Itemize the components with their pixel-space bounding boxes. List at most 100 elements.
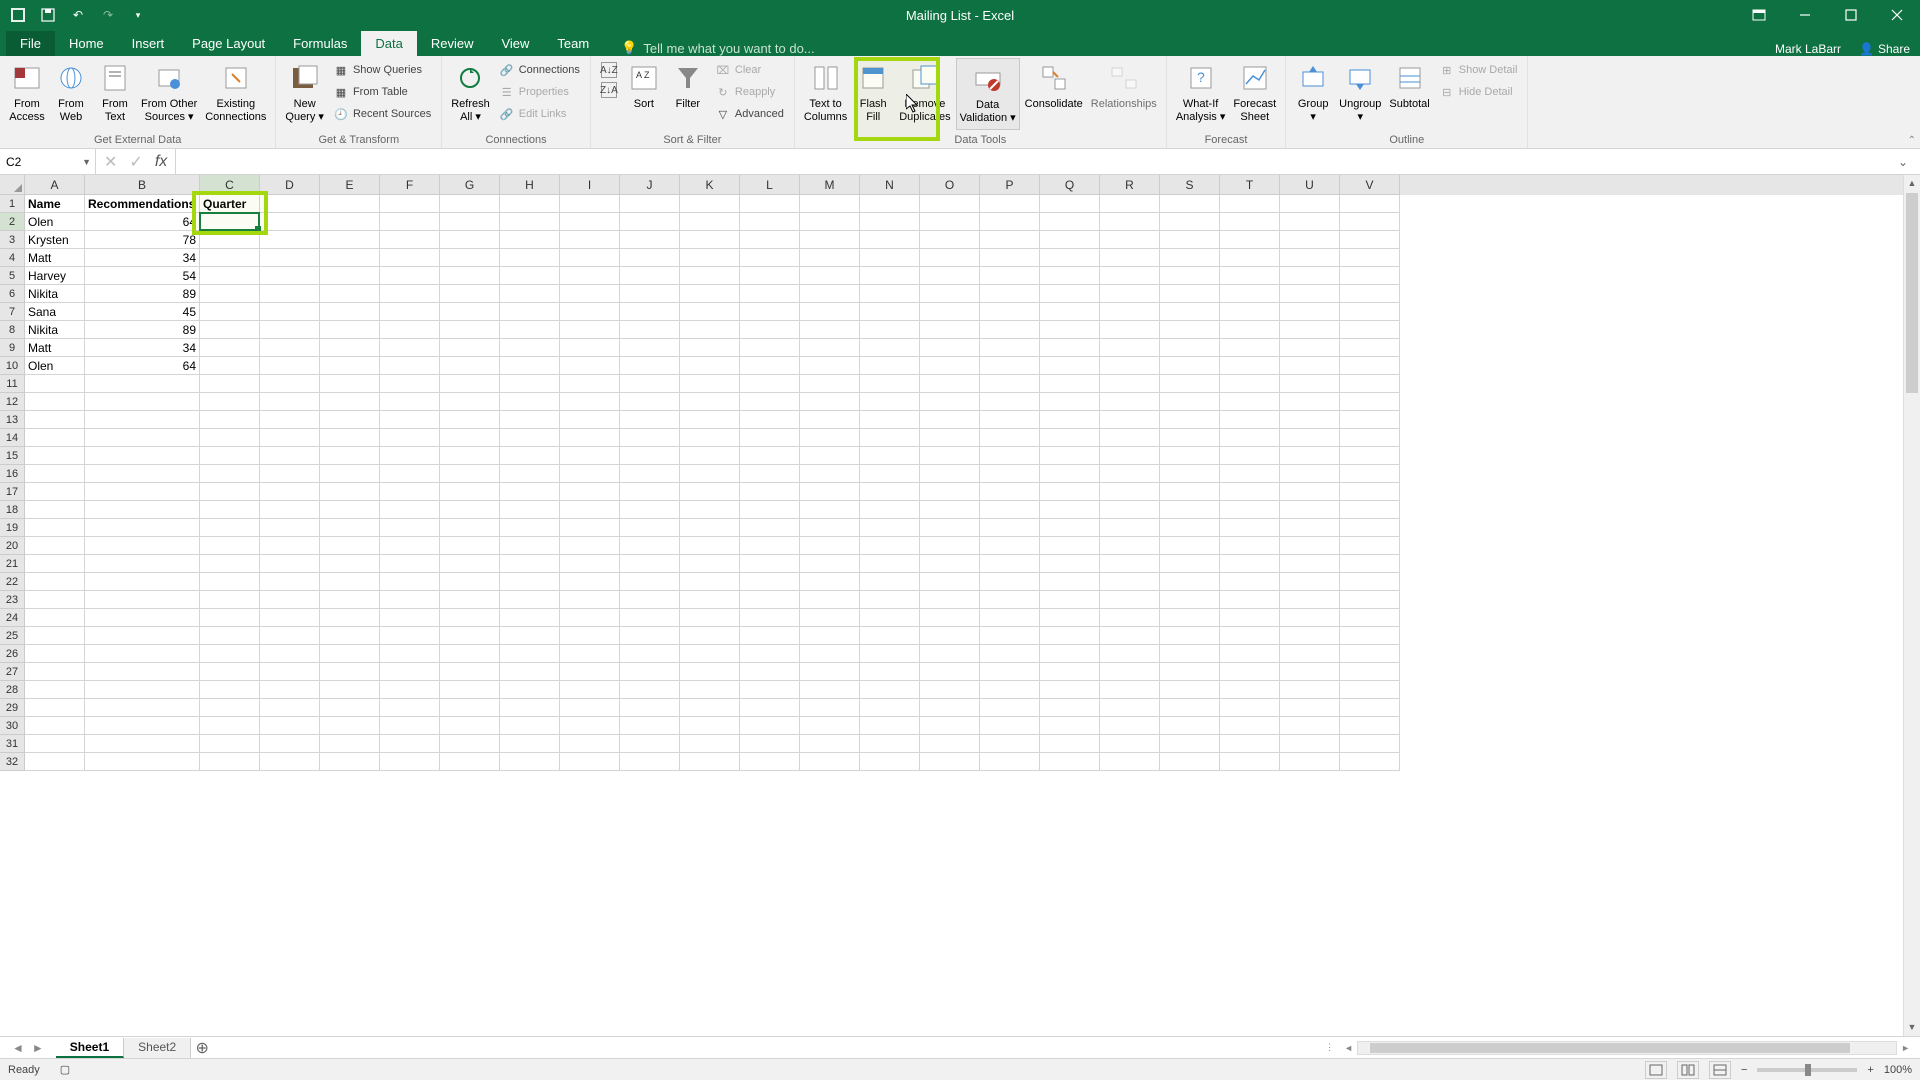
cell[interactable] <box>500 717 560 735</box>
cell[interactable] <box>380 231 440 249</box>
cell[interactable] <box>560 465 620 483</box>
cell[interactable] <box>380 375 440 393</box>
cell[interactable] <box>320 537 380 555</box>
cell[interactable] <box>860 591 920 609</box>
scroll-up-icon[interactable]: ▲ <box>1904 175 1920 192</box>
cell[interactable] <box>1160 339 1220 357</box>
cell[interactable] <box>560 609 620 627</box>
cell[interactable] <box>1280 627 1340 645</box>
cell[interactable] <box>320 213 380 231</box>
cell[interactable] <box>1160 573 1220 591</box>
cell[interactable] <box>1220 627 1280 645</box>
cell[interactable] <box>200 339 260 357</box>
cell[interactable] <box>200 699 260 717</box>
cell[interactable] <box>500 393 560 411</box>
cell[interactable] <box>380 429 440 447</box>
cell[interactable] <box>800 429 860 447</box>
cell[interactable] <box>1040 303 1100 321</box>
cell[interactable] <box>1040 591 1100 609</box>
cell[interactable] <box>380 681 440 699</box>
cell[interactable] <box>620 213 680 231</box>
cell[interactable] <box>620 699 680 717</box>
cell[interactable] <box>680 447 740 465</box>
cell[interactable] <box>860 195 920 213</box>
cell[interactable] <box>1340 753 1400 771</box>
cell[interactable] <box>1100 573 1160 591</box>
cell[interactable] <box>380 735 440 753</box>
horizontal-scrollbar[interactable] <box>1357 1041 1897 1055</box>
cell[interactable] <box>380 393 440 411</box>
cell[interactable] <box>1340 681 1400 699</box>
cell[interactable] <box>85 717 200 735</box>
cell[interactable]: Matt <box>25 339 85 357</box>
cell[interactable] <box>680 231 740 249</box>
cell[interactable] <box>1160 285 1220 303</box>
name-box[interactable]: C2▼ <box>0 149 96 174</box>
cell[interactable] <box>1100 501 1160 519</box>
cell[interactable] <box>920 285 980 303</box>
row-header[interactable]: 13 <box>0 411 25 429</box>
cell[interactable] <box>500 321 560 339</box>
cell[interactable] <box>1220 303 1280 321</box>
row-header[interactable]: 2 <box>0 213 25 231</box>
tab-view[interactable]: View <box>487 31 543 56</box>
cell[interactable] <box>500 645 560 663</box>
cell[interactable] <box>500 483 560 501</box>
cell[interactable] <box>860 555 920 573</box>
cell[interactable] <box>1220 555 1280 573</box>
cell[interactable] <box>1160 537 1220 555</box>
cell[interactable] <box>620 663 680 681</box>
cell[interactable] <box>260 357 320 375</box>
cell[interactable] <box>85 483 200 501</box>
cell[interactable] <box>680 249 740 267</box>
cell[interactable] <box>860 627 920 645</box>
cell[interactable] <box>1100 699 1160 717</box>
row-header[interactable]: 17 <box>0 483 25 501</box>
cell[interactable] <box>1160 195 1220 213</box>
cell[interactable]: Sana <box>25 303 85 321</box>
cell[interactable] <box>320 555 380 573</box>
cell[interactable] <box>1100 717 1160 735</box>
cell[interactable] <box>500 573 560 591</box>
cell[interactable] <box>1280 195 1340 213</box>
cell[interactable] <box>1340 429 1400 447</box>
cell[interactable] <box>200 285 260 303</box>
cell[interactable] <box>860 501 920 519</box>
cell[interactable] <box>500 501 560 519</box>
row-header[interactable]: 3 <box>0 231 25 249</box>
cell[interactable] <box>1220 717 1280 735</box>
cell[interactable] <box>320 735 380 753</box>
cell[interactable] <box>1340 231 1400 249</box>
cell[interactable] <box>1220 681 1280 699</box>
cell[interactable] <box>1280 501 1340 519</box>
cell[interactable] <box>25 591 85 609</box>
cell[interactable] <box>440 465 500 483</box>
cell[interactable] <box>560 717 620 735</box>
cell[interactable] <box>980 501 1040 519</box>
cell[interactable] <box>920 573 980 591</box>
cell[interactable] <box>85 591 200 609</box>
cell[interactable] <box>1040 645 1100 663</box>
cell[interactable] <box>260 555 320 573</box>
cell[interactable] <box>500 663 560 681</box>
cell[interactable] <box>1280 375 1340 393</box>
column-header[interactable]: C <box>200 175 260 195</box>
zoom-in-button[interactable]: + <box>1867 1064 1873 1076</box>
consolidate-button[interactable]: Consolidate <box>1022 58 1086 115</box>
save-icon[interactable] <box>40 7 56 23</box>
cell[interactable] <box>560 447 620 465</box>
cell[interactable] <box>920 393 980 411</box>
cell[interactable] <box>680 195 740 213</box>
cell[interactable] <box>85 447 200 465</box>
cell[interactable] <box>920 429 980 447</box>
cell[interactable] <box>260 627 320 645</box>
cell[interactable] <box>1280 465 1340 483</box>
cell[interactable] <box>1100 465 1160 483</box>
cell[interactable] <box>1220 411 1280 429</box>
cell[interactable] <box>1160 411 1220 429</box>
cell[interactable] <box>800 339 860 357</box>
cell[interactable] <box>740 213 800 231</box>
cell[interactable] <box>380 465 440 483</box>
split-divider-icon[interactable]: ⋮ <box>1325 1042 1334 1053</box>
cell[interactable] <box>560 753 620 771</box>
